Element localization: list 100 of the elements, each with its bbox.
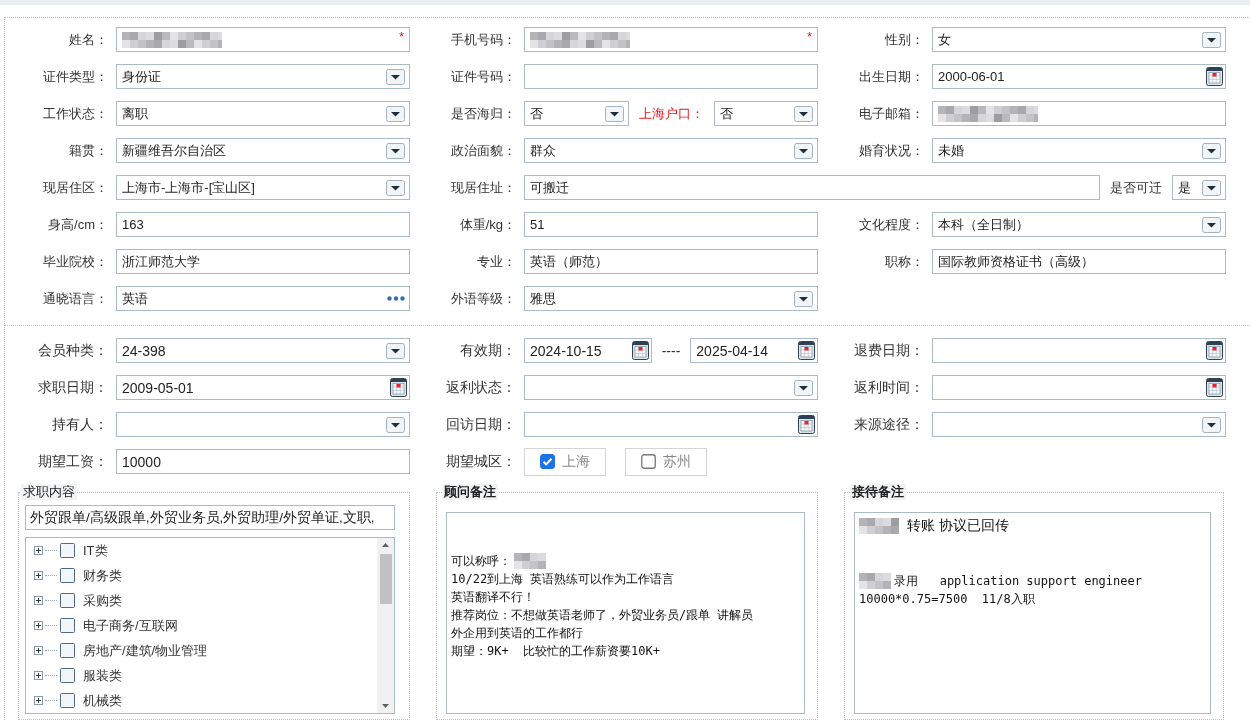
caret-icon[interactable]: [386, 68, 405, 85]
note-field[interactable]: 转账 协议已回传 录用 application support engineer 10000*0.75=7500 11/8入职: [854, 512, 1211, 714]
scroll-up-icon[interactable]: [382, 543, 389, 547]
calendar-icon[interactable]: [1206, 341, 1223, 360]
checkbox[interactable]: [60, 693, 75, 708]
checkbox[interactable]: [60, 568, 75, 583]
scroll-down-icon[interactable]: [382, 704, 389, 708]
caret-icon[interactable]: [386, 105, 405, 122]
scrollbar-thumb[interactable]: [379, 554, 392, 604]
caret-icon[interactable]: [1202, 416, 1221, 433]
category-label[interactable]: 电子商务/互联网: [83, 616, 178, 635]
category-label[interactable]: 服装类: [83, 666, 122, 685]
note-text: 外企用到英语的工作都行: [451, 624, 583, 642]
field-label: 回访日期：: [445, 415, 516, 434]
date-field[interactable]: [524, 412, 818, 437]
calendar-icon[interactable]: [798, 341, 815, 360]
input-field[interactable]: 51: [524, 212, 818, 237]
expand-icon[interactable]: [34, 621, 43, 630]
more-icon[interactable]: [387, 296, 405, 301]
field-label: 是否可迁: [1110, 178, 1162, 197]
checkbox[interactable]: [60, 643, 75, 658]
checkbox-icon[interactable]: [641, 454, 656, 469]
input-field[interactable]: [524, 64, 818, 89]
input-field[interactable]: 163: [116, 212, 410, 237]
dropdown[interactable]: 本科（全日制）: [932, 212, 1226, 237]
note-text: 期望：9K+ 比较忙的工作薪资要10K+: [451, 642, 661, 660]
input-field[interactable]: 英语（师范）: [524, 249, 818, 274]
field-label: 外语等级：: [450, 289, 516, 308]
dropdown[interactable]: 新疆维吾尔自治区: [116, 138, 410, 163]
dropdown[interactable]: 未婚: [932, 138, 1226, 163]
checkbox[interactable]: [60, 543, 75, 558]
caret-icon[interactable]: [794, 142, 813, 159]
input-field[interactable]: 国际教师资格证书（高级）: [932, 249, 1226, 274]
caret-icon[interactable]: [1202, 142, 1221, 159]
caret-icon[interactable]: [386, 416, 405, 433]
dropdown[interactable]: 雅思: [524, 286, 818, 311]
expand-icon[interactable]: [34, 671, 43, 680]
date-field[interactable]: 2009-05-01: [116, 375, 410, 400]
lookup-field[interactable]: 英语: [116, 286, 410, 311]
dropdown[interactable]: 否: [524, 101, 629, 126]
note-text: 推荐岗位：不想做英语老师了，外贸业务员/跟单 讲解员: [451, 606, 754, 624]
caret-icon[interactable]: [386, 179, 405, 196]
date-field[interactable]: 2025-04-14: [690, 338, 818, 363]
caret-icon[interactable]: [1202, 216, 1221, 233]
field-label: 性别：: [884, 30, 924, 49]
expand-icon[interactable]: [34, 696, 43, 705]
date-field[interactable]: [932, 338, 1226, 363]
caret-icon[interactable]: [1202, 31, 1221, 48]
field-label: 出生日期：: [858, 67, 924, 86]
dropdown[interactable]: 离职: [116, 101, 410, 126]
dropdown[interactable]: 上海市-上海市-[宝山区]: [116, 175, 410, 200]
input-field[interactable]: *: [524, 27, 818, 52]
checkbox[interactable]: [60, 618, 75, 633]
checkbox[interactable]: [60, 668, 75, 683]
checkbox[interactable]: [60, 593, 75, 608]
date-field[interactable]: [932, 375, 1226, 400]
field-label: 职称：: [884, 252, 924, 271]
input-field[interactable]: 浙江师范大学: [116, 249, 410, 274]
category-label[interactable]: 采购类: [83, 591, 122, 610]
category-label[interactable]: 房地产/建筑/物业管理: [83, 641, 208, 660]
caret-icon[interactable]: [794, 379, 813, 396]
checkbox-option[interactable]: 上海: [524, 447, 606, 476]
dropdown[interactable]: 否: [713, 101, 818, 126]
field-label: 专业：: [476, 252, 516, 271]
caret-icon[interactable]: [794, 290, 813, 307]
caret-icon[interactable]: [794, 105, 813, 122]
expand-icon[interactable]: [34, 571, 43, 580]
scrollbar[interactable]: [377, 538, 394, 713]
input-field[interactable]: [932, 101, 1226, 126]
category-label[interactable]: 财务类: [83, 566, 122, 585]
date-field[interactable]: 2000-06-01: [932, 64, 1226, 89]
checkbox-icon[interactable]: [540, 454, 555, 469]
input-field[interactable]: 外贸跟单/高级跟单,外贸业务员,外贸助理/外贸单证,文职,: [25, 505, 395, 530]
dropdown[interactable]: 24-398: [116, 338, 410, 363]
dropdown[interactable]: 女: [932, 27, 1226, 52]
calendar-icon[interactable]: [390, 378, 407, 397]
checkbox-option[interactable]: 苏州: [625, 447, 707, 476]
input-field[interactable]: 10000: [116, 449, 410, 474]
dropdown[interactable]: 群众: [524, 138, 818, 163]
dropdown[interactable]: 身份证: [116, 64, 410, 89]
panel-title: 接待备注: [850, 484, 906, 500]
caret-icon[interactable]: [1202, 179, 1221, 196]
category-label[interactable]: IT类: [83, 541, 108, 560]
expand-icon[interactable]: [34, 596, 43, 605]
caret-icon[interactable]: [386, 342, 405, 359]
input-field[interactable]: *: [116, 27, 410, 52]
caret-icon[interactable]: [386, 142, 405, 159]
calendar-icon[interactable]: [1206, 378, 1223, 397]
caret-icon[interactable]: [604, 105, 624, 122]
category-label[interactable]: 机械类: [83, 691, 122, 710]
calendar-icon[interactable]: [1206, 67, 1223, 86]
expand-icon[interactable]: [34, 646, 43, 655]
field-label: 姓名：: [68, 30, 108, 49]
calendar-icon[interactable]: [631, 341, 649, 360]
note-field[interactable]: 可以称呼： 10/22到上海 英语熟练可以作为工作语言 英语翻译不行！ 推荐岗位：不想做英语老师了，外贸业务员/跟单 讲解员 外企用到英语的工作都行 期望：9K+ 比较忙的工作薪资要10K+: [446, 512, 805, 714]
calendar-icon[interactable]: [798, 415, 815, 434]
dropdown[interactable]: 是: [1172, 175, 1226, 200]
expand-icon[interactable]: [34, 546, 43, 555]
date-field[interactable]: 2024-10-15: [524, 338, 652, 363]
input-field[interactable]: 可搬迁: [524, 175, 1100, 200]
